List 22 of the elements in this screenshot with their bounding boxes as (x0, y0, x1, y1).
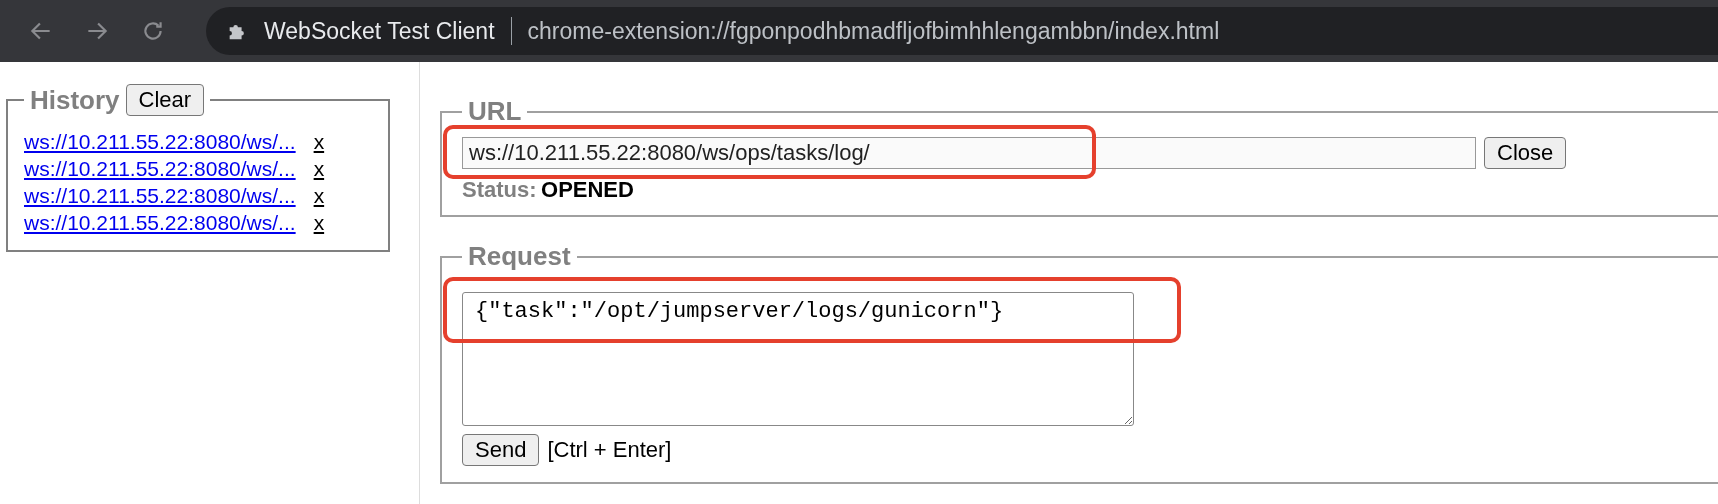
url-field[interactable]: ws://10.211.55.22:8080/ws/ops/tasks/log/ (462, 137, 1476, 169)
remove-link[interactable]: x (313, 182, 325, 209)
request-legend: Request (468, 241, 571, 272)
page-title: WebSocket Test Client (264, 17, 495, 45)
url-legend: URL (468, 96, 522, 127)
history-link[interactable]: ws://10.211.55.22:8080/ws/... (24, 128, 296, 155)
remove-link[interactable]: x (313, 128, 325, 155)
remove-link[interactable]: x (313, 209, 325, 236)
send-button[interactable]: Send (462, 434, 540, 466)
remove-link[interactable]: x (313, 155, 325, 182)
clear-button[interactable]: Clear (125, 84, 205, 116)
close-button[interactable]: Close (1484, 137, 1567, 169)
history-legend: History (30, 84, 120, 116)
status-label: Status: (462, 177, 537, 202)
history-link[interactable]: ws://10.211.55.22:8080/ws/... (24, 155, 296, 182)
status-value: OPENED (541, 177, 634, 202)
history-link[interactable]: ws://10.211.55.22:8080/ws/... (24, 182, 296, 209)
shortcut-hint: [Ctrl + Enter] (547, 437, 672, 463)
address-text: chrome-extension://fgponpodhbmadfljofbimhhlengambbn/index.html (527, 17, 1220, 45)
address-bar[interactable]: WebSocket Test Client chrome-extension://fgponpodhbmadfljofbimhhlengambbn/index.html (206, 7, 1718, 55)
request-field[interactable]: {"task":"/opt/jumpserver/logs/gunicorn"} (462, 292, 1134, 426)
history-link[interactable]: ws://10.211.55.22:8080/ws/... (24, 209, 296, 236)
